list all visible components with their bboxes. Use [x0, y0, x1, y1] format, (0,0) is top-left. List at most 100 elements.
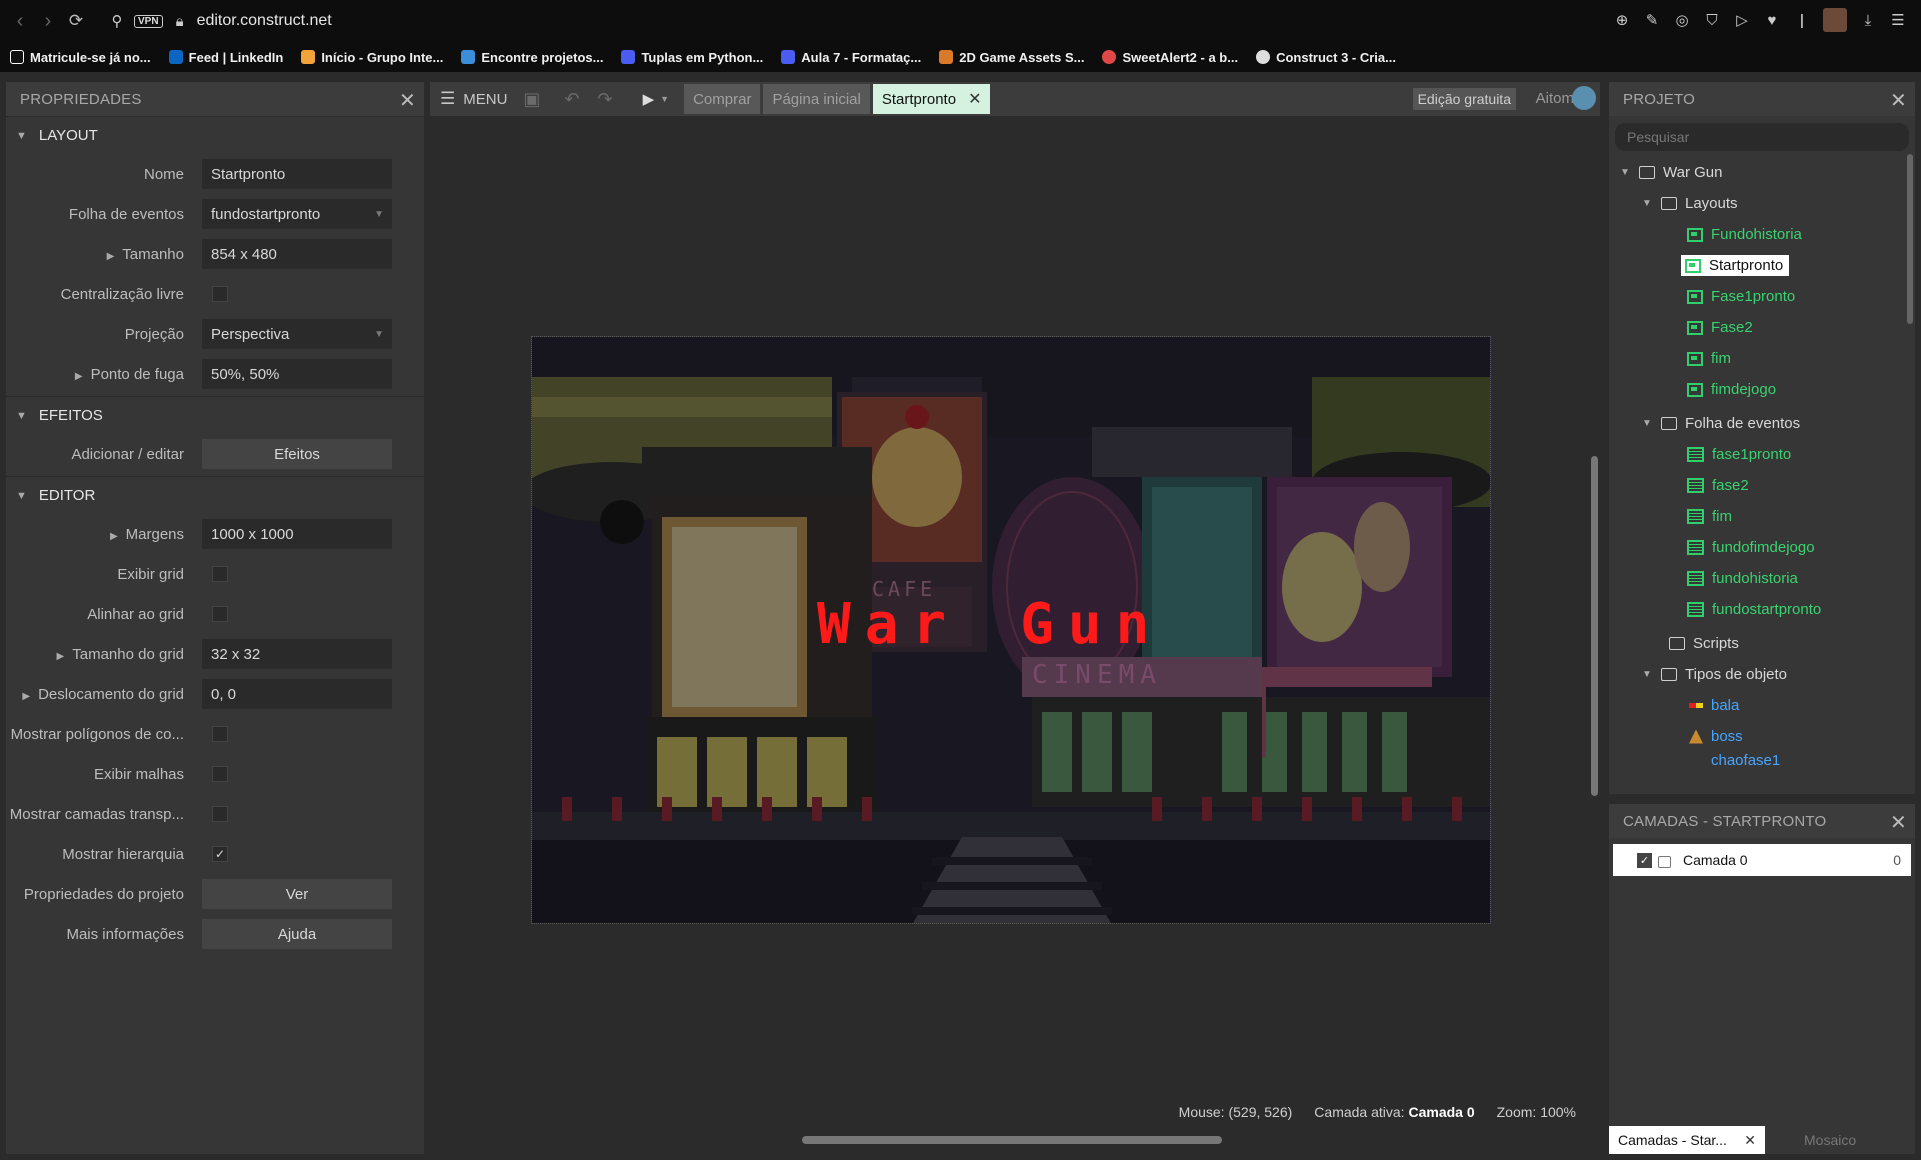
tree-root[interactable]: ▼ War Gun: [1609, 157, 1915, 188]
redo-icon[interactable]: ↷: [598, 89, 613, 110]
close-icon[interactable]: ✕: [399, 88, 416, 113]
tree-item-layout[interactable]: Fase1pronto: [1609, 281, 1915, 312]
tree-item-object[interactable]: chaofase1: [1609, 752, 1915, 768]
tree-item-layout[interactable]: fimdejogo: [1609, 374, 1915, 405]
collapse-triangle-icon[interactable]: ▼: [16, 490, 27, 502]
bookmark-item[interactable]: Tuplas em Python...: [621, 50, 763, 65]
send-icon[interactable]: ▷: [1733, 11, 1751, 29]
play-dropdown-icon[interactable]: ▼: [660, 94, 669, 104]
effects-button[interactable]: Efeitos: [202, 439, 392, 469]
show-hierarchy-checkbox[interactable]: ✓: [212, 846, 228, 862]
show-transparent-layers-checkbox[interactable]: [212, 806, 228, 822]
expand-triangle-icon[interactable]: ▶: [22, 691, 30, 702]
camera-icon[interactable]: ◎: [1673, 11, 1691, 29]
name-field[interactable]: Startpronto: [202, 159, 392, 189]
view-project-button[interactable]: Ver: [202, 879, 392, 909]
bookmark-item[interactable]: 2D Game Assets S...: [939, 50, 1084, 65]
expand-triangle-icon[interactable]: ▶: [75, 371, 83, 382]
user-name[interactable]: Aitom: [1536, 90, 1574, 107]
section-editor[interactable]: ▼ EDITOR: [6, 476, 424, 514]
layout-scene[interactable]: CAFE CINEMA War Gun: [531, 336, 1491, 924]
tree-item-layout-selected[interactable]: Startpronto: [1609, 250, 1915, 281]
bookmark-item[interactable]: Matricule-se já no...: [10, 50, 151, 65]
projection-select[interactable]: Perspectiva ▼: [202, 319, 392, 349]
bookmark-item[interactable]: Início - Grupo Inte...: [301, 50, 443, 65]
vanishing-point-field[interactable]: 50%, 50%: [202, 359, 392, 389]
close-tab-icon[interactable]: ✕: [968, 89, 981, 109]
save-icon[interactable]: ▣: [523, 89, 540, 110]
vertical-scrollbar[interactable]: [1591, 456, 1598, 796]
menu-button[interactable]: ☰ MENU: [430, 82, 507, 116]
collapse-triangle-icon[interactable]: ▼: [16, 130, 27, 142]
menu-icon[interactable]: ☰: [1889, 11, 1907, 29]
tree-item-event-sheet[interactable]: fase2: [1609, 470, 1915, 501]
free-edition-badge[interactable]: Edição gratuita: [1412, 88, 1516, 110]
size-field[interactable]: 854 x 480: [202, 239, 392, 269]
back-arrow-icon[interactable]: ‹: [6, 7, 34, 35]
section-effects[interactable]: ▼ EFEITOS: [6, 396, 424, 434]
search-input[interactable]: Pesquisar: [1615, 123, 1909, 151]
play-icon[interactable]: ▶: [643, 90, 655, 108]
tree-item-event-sheet[interactable]: fundofimdejogo: [1609, 532, 1915, 563]
collapse-triangle-icon[interactable]: ▼: [16, 410, 27, 422]
section-layout[interactable]: ▼ LAYOUT: [6, 116, 424, 154]
show-meshes-checkbox[interactable]: [212, 766, 228, 782]
margins-field[interactable]: 1000 x 1000: [202, 519, 392, 549]
tree-folder-object-types[interactable]: ▼ Tipos de objeto: [1609, 659, 1915, 690]
tree-folder-layouts[interactable]: ▼ Layouts: [1609, 188, 1915, 219]
game-title-text[interactable]: War Gun: [817, 592, 1163, 657]
tree-folder-events[interactable]: ▼ Folha de eventos: [1609, 408, 1915, 439]
layer-item[interactable]: ✓ Camada 0 0: [1613, 844, 1911, 876]
bookmark-item[interactable]: Feed | LinkedIn: [168, 50, 283, 65]
collapse-triangle-icon[interactable]: ▼: [1639, 198, 1655, 209]
layout-canvas[interactable]: CAFE CINEMA War Gun Mouse: (529, 526) Cam…: [430, 116, 1600, 1144]
tree-item-object[interactable]: bala: [1609, 690, 1915, 721]
tab-comprar[interactable]: Comprar: [684, 84, 761, 114]
tree-item-layout[interactable]: Fundohistoria: [1609, 219, 1915, 250]
snap-to-grid-checkbox[interactable]: [212, 606, 228, 622]
expand-triangle-icon[interactable]: ▶: [107, 251, 115, 262]
tab-home[interactable]: Página inicial: [763, 84, 870, 114]
close-tab-icon[interactable]: ✕: [1744, 1132, 1756, 1149]
download-icon[interactable]: ⤓: [1859, 11, 1877, 29]
collapse-triangle-icon[interactable]: ▼: [1617, 167, 1633, 178]
profile-avatar[interactable]: [1823, 8, 1847, 32]
tree-folder-scripts[interactable]: Scripts: [1609, 628, 1915, 659]
show-grid-checkbox[interactable]: [212, 566, 228, 582]
tree-item-event-sheet[interactable]: fase1pronto: [1609, 439, 1915, 470]
heart-icon[interactable]: ♥: [1763, 11, 1781, 29]
close-icon[interactable]: ✕: [1890, 88, 1907, 113]
tree-item-event-sheet[interactable]: fundohistoria: [1609, 563, 1915, 594]
horizontal-scrollbar[interactable]: [802, 1136, 1222, 1144]
grid-offset-field[interactable]: 0, 0: [202, 679, 392, 709]
bookmark-item[interactable]: SweetAlert2 - a b...: [1102, 50, 1238, 65]
layer-visible-checkbox[interactable]: ✓: [1637, 852, 1652, 868]
vpn-badge[interactable]: VPN: [134, 14, 163, 28]
event-sheet-select[interactable]: fundostartpronto ▼: [202, 199, 392, 229]
tab-startpronto[interactable]: Startpronto ✕: [872, 84, 991, 114]
reload-icon[interactable]: ⟳: [62, 7, 90, 35]
expand-triangle-icon[interactable]: ▶: [110, 531, 118, 542]
shield-icon[interactable]: ⛉: [1703, 11, 1721, 29]
bookmark-item[interactable]: Aula 7 - Formataç...: [781, 50, 921, 65]
close-icon[interactable]: ✕: [1890, 810, 1907, 835]
free-center-checkbox[interactable]: [212, 286, 228, 302]
edit-icon[interactable]: ✎: [1643, 11, 1661, 29]
collapse-triangle-icon[interactable]: ▼: [1639, 418, 1655, 429]
tree-item-event-sheet[interactable]: fim: [1609, 501, 1915, 532]
tree-item-layout[interactable]: Fase2: [1609, 312, 1915, 343]
tab-tilemap[interactable]: Mosaico: [1795, 1126, 1865, 1154]
address-bar[interactable]: ⚲ VPN 🔒︎ editor.construct.net: [108, 12, 332, 30]
grid-size-field[interactable]: 32 x 32: [202, 639, 392, 669]
bookmark-item[interactable]: Construct 3 - Cria...: [1256, 50, 1396, 65]
user-avatar[interactable]: [1572, 86, 1596, 110]
zoom-icon[interactable]: ⊕: [1613, 11, 1631, 29]
lock-icon[interactable]: [1658, 855, 1671, 868]
tab-layers[interactable]: Camadas - Star... ✕: [1609, 1126, 1765, 1154]
show-collision-polygons-checkbox[interactable]: [212, 726, 228, 742]
tree-item-object[interactable]: boss: [1609, 721, 1915, 752]
collapse-triangle-icon[interactable]: ▼: [1639, 669, 1655, 680]
forward-arrow-icon[interactable]: ›: [34, 7, 62, 35]
expand-triangle-icon[interactable]: ▶: [57, 651, 65, 662]
help-button[interactable]: Ajuda: [202, 919, 392, 949]
